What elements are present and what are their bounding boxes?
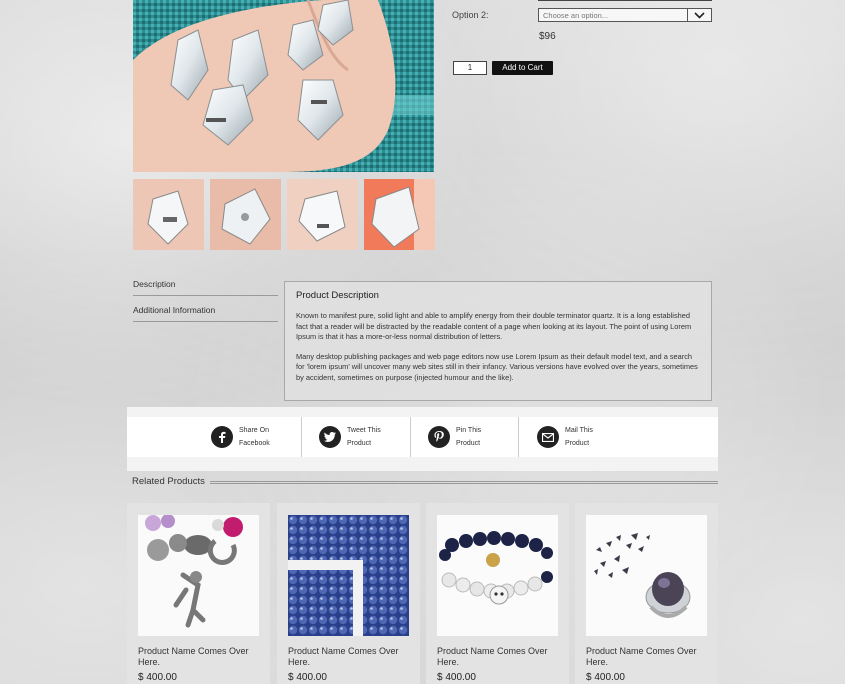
related-product-card[interactable]: Product Name Comes Over Here. $ 400.00 xyxy=(127,503,270,684)
share-divider xyxy=(301,417,302,457)
share-facebook[interactable]: Share On Facebook xyxy=(211,417,270,457)
main-product-image[interactable] xyxy=(133,0,434,172)
share-pinterest-line1: Pin This xyxy=(456,427,482,434)
add-to-cart-button[interactable]: Add to Cart xyxy=(492,61,553,75)
related-product-card[interactable]: Product Name Comes Over Here. $ 400.00 xyxy=(277,503,420,684)
option-1-select[interactable] xyxy=(538,0,712,1)
share-mail-line2: Product xyxy=(565,440,590,447)
twitter-icon xyxy=(319,426,341,448)
related-product-name[interactable]: Product Name Comes Over Here. xyxy=(288,646,413,668)
related-product-image[interactable] xyxy=(288,515,409,636)
product-description-panel: Product Description Known to manifest pu… xyxy=(284,281,712,401)
share-facebook-line2: Facebook xyxy=(239,440,270,447)
tab-description[interactable]: Description xyxy=(133,279,278,296)
related-product-image[interactable] xyxy=(437,515,558,636)
share-divider xyxy=(410,417,411,457)
related-product-price: $ 400.00 xyxy=(288,672,327,683)
share-twitter-line1: Tweet This xyxy=(347,427,381,434)
share-twitter[interactable]: Tweet This Product xyxy=(319,417,381,457)
option-2-label: Option 2: xyxy=(452,10,489,20)
share-facebook-line1: Share On xyxy=(239,427,269,434)
related-product-image[interactable] xyxy=(138,515,259,636)
thumbnail-4[interactable] xyxy=(364,179,435,250)
share-divider xyxy=(518,417,519,457)
option-2-select[interactable]: Choose an option... xyxy=(538,8,712,22)
chevron-down-icon[interactable] xyxy=(687,9,711,21)
description-paragraph-1: Known to manifest pure, solid light and … xyxy=(296,311,692,341)
product-price: $96 xyxy=(539,31,556,42)
thumbnail-3[interactable] xyxy=(287,179,358,250)
thumbnail-2[interactable] xyxy=(210,179,281,250)
thumbnail-strip xyxy=(133,179,435,250)
facebook-icon xyxy=(211,426,233,448)
share-pinterest-line2: Product xyxy=(456,440,481,447)
related-product-price: $ 400.00 xyxy=(586,672,625,683)
description-paragraph-2: Many desktop publishing packages and web… xyxy=(296,351,698,382)
related-products-divider xyxy=(210,481,718,484)
pinterest-icon xyxy=(428,426,450,448)
description-title: Product Description xyxy=(296,290,379,301)
related-products-title: Related Products xyxy=(132,476,205,487)
thumbnail-1[interactable] xyxy=(133,179,204,250)
tab-additional-information[interactable]: Additional Information xyxy=(133,305,278,322)
share-twitter-line2: Product xyxy=(347,440,372,447)
related-product-name[interactable]: Product Name Comes Over Here. xyxy=(586,646,711,668)
related-product-card[interactable]: Product Name Comes Over Here. $ 400.00 xyxy=(426,503,569,684)
related-product-name[interactable]: Product Name Comes Over Here. xyxy=(437,646,562,668)
related-product-price: $ 400.00 xyxy=(138,672,177,683)
related-product-card[interactable]: Product Name Comes Over Here. $ 400.00 xyxy=(575,503,718,684)
quantity-input[interactable]: 1 xyxy=(453,61,487,75)
related-product-price: $ 400.00 xyxy=(437,672,476,683)
related-product-image[interactable] xyxy=(586,515,707,636)
share-mail[interactable]: Mail This Product xyxy=(537,417,593,457)
share-pinterest[interactable]: Pin This Product xyxy=(428,417,481,457)
share-bar: Share On Facebook Tweet This Product Pin… xyxy=(127,407,718,471)
related-product-name[interactable]: Product Name Comes Over Here. xyxy=(138,646,263,668)
mail-icon xyxy=(537,426,559,448)
option-2-placeholder: Choose an option... xyxy=(543,10,609,20)
share-mail-line1: Mail This xyxy=(565,427,593,434)
